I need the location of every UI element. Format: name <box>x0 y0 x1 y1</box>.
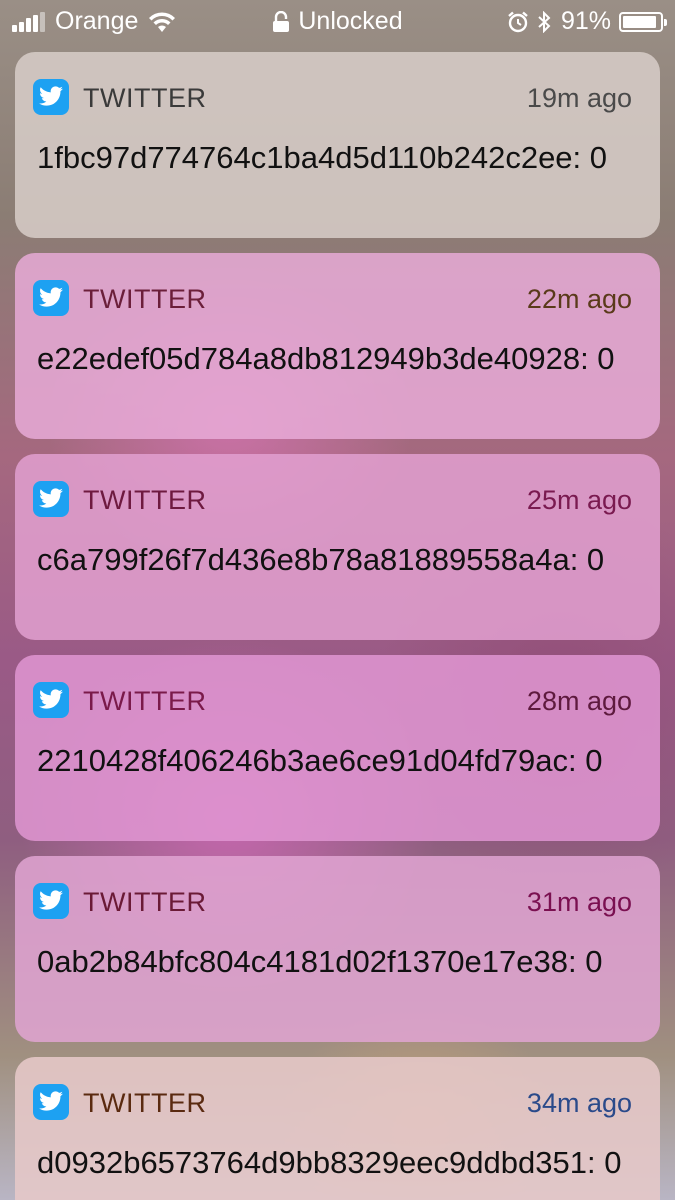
alarm-clock-icon <box>508 11 528 32</box>
notification-body: 0ab2b84bfc804c4181d02f1370e17e38: 0 <box>37 944 603 979</box>
notification-app-name: TWITTER <box>83 686 207 716</box>
notification-time: 19m ago <box>526 83 632 113</box>
notification-app-name: TWITTER <box>83 1088 207 1118</box>
battery-percentage: 91% <box>560 7 611 35</box>
lock-screen: Orange Unlocked 91% TWITTER 19m ago 1fbc… <box>0 0 675 1200</box>
notification-body: 1fbc97d774764c1ba4d5d110b242c2ee: 0 <box>37 140 608 175</box>
notification-body: 2210428f406246b3ae6ce91d04fd79ac: 0 <box>37 743 603 778</box>
status-bar: Orange Unlocked 91% <box>0 0 675 44</box>
notification-time: 34m ago <box>526 1088 632 1118</box>
notification-time: 22m ago <box>526 284 632 314</box>
notification-card[interactable]: TWITTER 19m ago 1fbc97d774764c1ba4d5d110b2… <box>15 52 660 238</box>
notification-time: 31m ago <box>526 887 632 917</box>
notification-body: d0932b6573764d9bb8329eec9ddbd351: 0 <box>37 1145 622 1180</box>
bluetooth-icon <box>538 10 551 33</box>
notification-app-name: TWITTER <box>83 485 207 515</box>
notification-card[interactable]: TWITTER 22m ago e22edef05d784a8db812949b3d… <box>15 253 660 439</box>
notification-card[interactable]: TWITTER 25m ago c6a799f26f7d436e8b78a81889… <box>15 454 660 640</box>
notification-card[interactable]: TWITTER 31m ago 0ab2b84bfc804c4181d02f1370… <box>15 856 660 1042</box>
notification-app-name: TWITTER <box>83 83 207 113</box>
notification-card[interactable]: TWITTER 28m ago 2210428f406246b3ae6ce91d04… <box>15 655 660 841</box>
twitter-bird-icon <box>33 280 69 316</box>
twitter-bird-icon <box>33 1084 69 1120</box>
notification-time: 28m ago <box>526 686 632 716</box>
status-right: 91% <box>507 7 667 36</box>
notification-body: c6a799f26f7d436e8b78a81889558a4a: 0 <box>37 542 605 577</box>
battery-level-fill <box>623 15 656 28</box>
twitter-bird-icon <box>33 481 69 517</box>
notification-time: 25m ago <box>526 485 632 515</box>
notification-body: e22edef05d784a8db812949b3de40928: 0 <box>37 341 615 376</box>
twitter-bird-icon <box>33 682 69 718</box>
notification-app-name: TWITTER <box>83 887 207 917</box>
unlocked-padlock-icon <box>273 10 290 32</box>
notification-card[interactable]: TWITTER 34m ago d0932b6573764d9bb8329eec9d… <box>15 1057 660 1200</box>
twitter-bird-icon <box>33 79 69 115</box>
lock-status-text: Unlocked <box>298 7 403 35</box>
battery-icon <box>619 11 667 32</box>
twitter-bird-icon <box>33 883 69 919</box>
notification-app-name: TWITTER <box>83 284 207 314</box>
